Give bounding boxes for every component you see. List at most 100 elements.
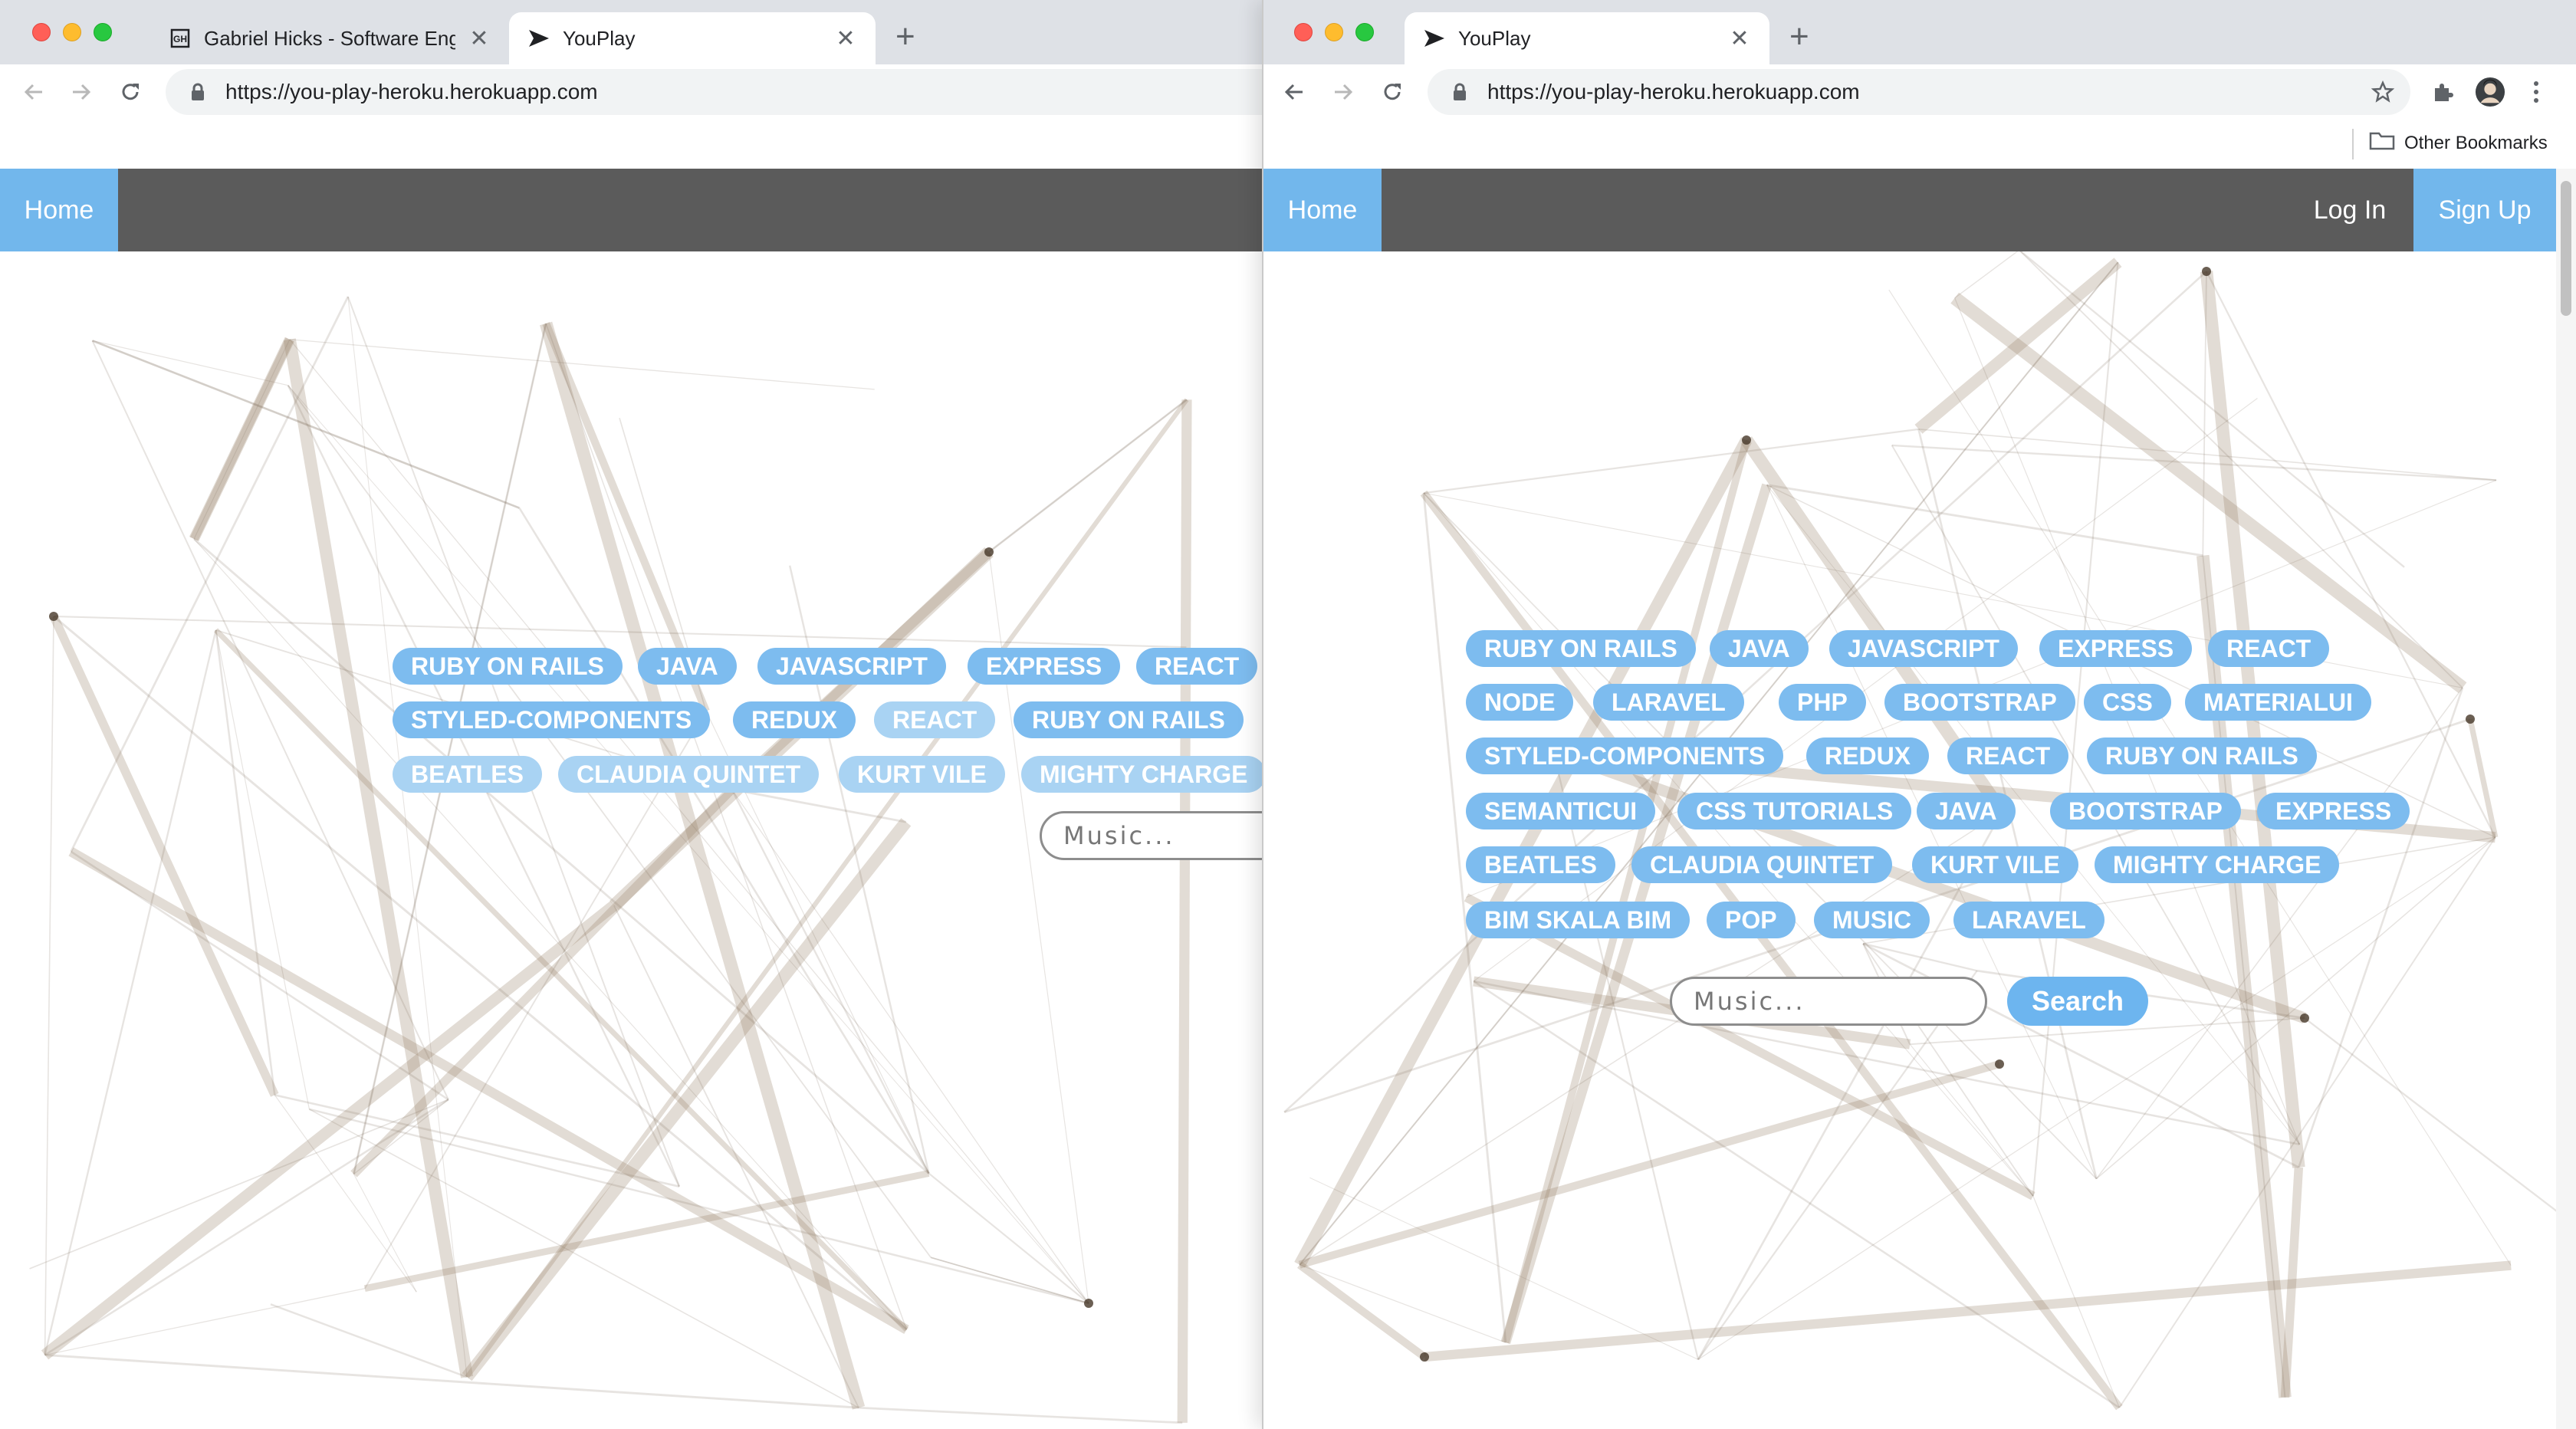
- tab-gabriel-hicks[interactable]: GH Gabriel Hicks - Software Engin ✕: [150, 12, 509, 64]
- close-tab-icon[interactable]: ✕: [468, 25, 491, 52]
- tag-chip[interactable]: MIGHTY CHARGE: [1021, 756, 1262, 793]
- nav-home-link[interactable]: Home: [0, 169, 118, 251]
- tag-chip[interactable]: BOOTSTRAP: [1884, 684, 2075, 721]
- tag-chip[interactable]: CSS: [2084, 684, 2171, 721]
- tag-chip[interactable]: JAVA: [1710, 630, 1809, 667]
- tag-chip[interactable]: CSS TUTORIALS: [1677, 793, 1912, 829]
- tag-chip[interactable]: PHP: [1779, 684, 1866, 721]
- tag-chip[interactable]: EXPRESS: [968, 648, 1121, 685]
- forward-arrow-icon[interactable]: [66, 77, 97, 107]
- kebab-menu-icon[interactable]: [2521, 77, 2551, 107]
- nav-signup-link[interactable]: Sign Up: [2413, 169, 2556, 251]
- site-navbar: Home Log In Sign Up: [1263, 169, 2576, 251]
- tag-chip[interactable]: LARAVEL: [1953, 902, 2104, 938]
- new-tab-icon[interactable]: +: [895, 20, 915, 54]
- tab-youplay[interactable]: YouPlay ✕: [1405, 12, 1769, 64]
- tab-title: Gabriel Hicks - Software Engin: [204, 26, 455, 50]
- page-viewport: Home Log In Sign Up RUBY ON RAILS JAVA J…: [1263, 169, 2576, 1429]
- close-tab-icon[interactable]: ✕: [1728, 25, 1751, 52]
- lock-icon: [190, 82, 210, 102]
- browser-toolbar: https://you-play-heroku.herokuapp.com: [1263, 64, 2576, 120]
- tag-chip[interactable]: JAVASCRIPT: [1829, 630, 2018, 667]
- tag-chip[interactable]: POP: [1707, 902, 1796, 938]
- tag-chip[interactable]: SEMANTICUI: [1466, 793, 1656, 829]
- maximize-window-button[interactable]: [94, 23, 112, 41]
- minimize-window-button[interactable]: [63, 23, 81, 41]
- close-window-button[interactable]: [1294, 23, 1313, 41]
- reload-icon[interactable]: [1377, 77, 1408, 107]
- search-button[interactable]: Search: [2007, 977, 2148, 1026]
- tag-chip[interactable]: NODE: [1466, 684, 1574, 721]
- url-text: https://you-play-heroku.herokuapp.com: [225, 80, 598, 103]
- tag-chip[interactable]: EXPRESS: [2039, 630, 2193, 667]
- tag-chip[interactable]: REACT: [1947, 737, 2069, 774]
- address-bar[interactable]: https://you-play-heroku.herokuapp.com: [1428, 69, 2410, 115]
- folder-icon: [2369, 130, 2395, 156]
- tag-chip[interactable]: KURT VILE: [1912, 846, 2078, 883]
- tag-chip[interactable]: MATERIALUI: [2185, 684, 2371, 721]
- tab-title: YouPlay: [1458, 26, 1531, 50]
- tag-chip[interactable]: RUBY ON RAILS: [1014, 701, 1244, 738]
- tag-chip[interactable]: RUBY ON RAILS: [1466, 630, 1696, 667]
- tag-chip[interactable]: EXPRESS: [2257, 793, 2410, 829]
- tag-chip[interactable]: BOOTSTRAP: [2050, 793, 2241, 829]
- tag-chip[interactable]: STYLED-COMPONENTS: [1466, 737, 1784, 774]
- window-controls: [32, 23, 112, 41]
- tag-chip[interactable]: CLAUDIA QUINTET: [558, 756, 820, 793]
- tab-youplay[interactable]: YouPlay ✕: [509, 12, 876, 64]
- tag-chip[interactable]: RUBY ON RAILS: [2087, 737, 2317, 774]
- back-arrow-icon[interactable]: [1279, 77, 1309, 107]
- tag-chip[interactable]: STYLED-COMPONENTS: [393, 701, 711, 738]
- right-browser-window: YouPlay ✕ + https://you-play-heroku.hero…: [1262, 0, 2576, 1429]
- tag-chip[interactable]: REDUX: [733, 701, 856, 738]
- tag-chip[interactable]: JAVA: [638, 648, 737, 685]
- page-viewport: Home RUBY ON RAILS JAVA JAVASCRIPT EXPRE…: [0, 169, 1262, 1429]
- gh-logo-icon: GH: [169, 27, 192, 50]
- youplay-logo-icon: [1423, 27, 1446, 50]
- tag-chip[interactable]: REACT: [1136, 648, 1258, 685]
- extensions-puzzle-icon[interactable]: [2427, 77, 2458, 107]
- youplay-logo-icon: [527, 27, 550, 50]
- nav-login-link[interactable]: Log In: [2286, 169, 2413, 251]
- maximize-window-button[interactable]: [1355, 23, 1374, 41]
- music-search-input[interactable]: Music...: [1040, 811, 1262, 860]
- music-search-input[interactable]: Music...: [1670, 977, 1987, 1026]
- close-tab-icon[interactable]: ✕: [834, 25, 857, 52]
- tag-chip[interactable]: JAVA: [1917, 793, 2016, 829]
- url-text: https://you-play-heroku.herokuapp.com: [1487, 80, 1860, 103]
- tag-chip[interactable]: CLAUDIA QUINTET: [1631, 846, 1893, 883]
- tag-chip[interactable]: BEATLES: [393, 756, 542, 793]
- scrollbar-thumb[interactable]: [2561, 181, 2571, 316]
- tab-strip: YouPlay ✕ +: [1263, 0, 2576, 64]
- star-bookmark-icon[interactable]: [2367, 77, 2398, 107]
- tag-chip[interactable]: BEATLES: [1466, 846, 1615, 883]
- minimize-window-button[interactable]: [1325, 23, 1343, 41]
- tag-chip[interactable]: LARAVEL: [1593, 684, 1744, 721]
- address-bar[interactable]: https://you-play-heroku.herokuapp.com: [166, 69, 1262, 115]
- window-controls: [1294, 23, 1374, 41]
- back-arrow-icon[interactable]: [18, 77, 49, 107]
- tag-chip[interactable]: REDUX: [1806, 737, 1930, 774]
- tag-chip[interactable]: MUSIC: [1814, 902, 1930, 938]
- tag-chip[interactable]: BIM SKALA BIM: [1466, 902, 1691, 938]
- tag-chip[interactable]: JAVASCRIPT: [757, 648, 946, 685]
- other-bookmarks-button[interactable]: Other Bookmarks: [2369, 130, 2548, 156]
- tag-chip[interactable]: REACT: [874, 701, 996, 738]
- tag-chip[interactable]: KURT VILE: [839, 756, 1005, 793]
- bookmarks-bar: Other Bookmarks: [1263, 120, 2576, 169]
- tag-chip[interactable]: RUBY ON RAILS: [393, 648, 623, 685]
- nav-home-link[interactable]: Home: [1263, 169, 1382, 251]
- scrollbar[interactable]: [2556, 169, 2576, 1429]
- lock-icon: [1452, 82, 1472, 102]
- site-navbar: Home: [0, 169, 1262, 251]
- tab-title: YouPlay: [563, 26, 636, 50]
- browser-toolbar: https://you-play-heroku.herokuapp.com: [0, 64, 1262, 120]
- tag-chip[interactable]: REACT: [2208, 630, 2330, 667]
- forward-arrow-icon[interactable]: [1328, 77, 1359, 107]
- other-bookmarks-label: Other Bookmarks: [2404, 132, 2548, 153]
- tag-chip[interactable]: MIGHTY CHARGE: [2095, 846, 2340, 883]
- close-window-button[interactable]: [32, 23, 51, 41]
- reload-icon[interactable]: [115, 77, 146, 107]
- profile-avatar-icon[interactable]: [2475, 77, 2505, 107]
- new-tab-icon[interactable]: +: [1789, 20, 1809, 54]
